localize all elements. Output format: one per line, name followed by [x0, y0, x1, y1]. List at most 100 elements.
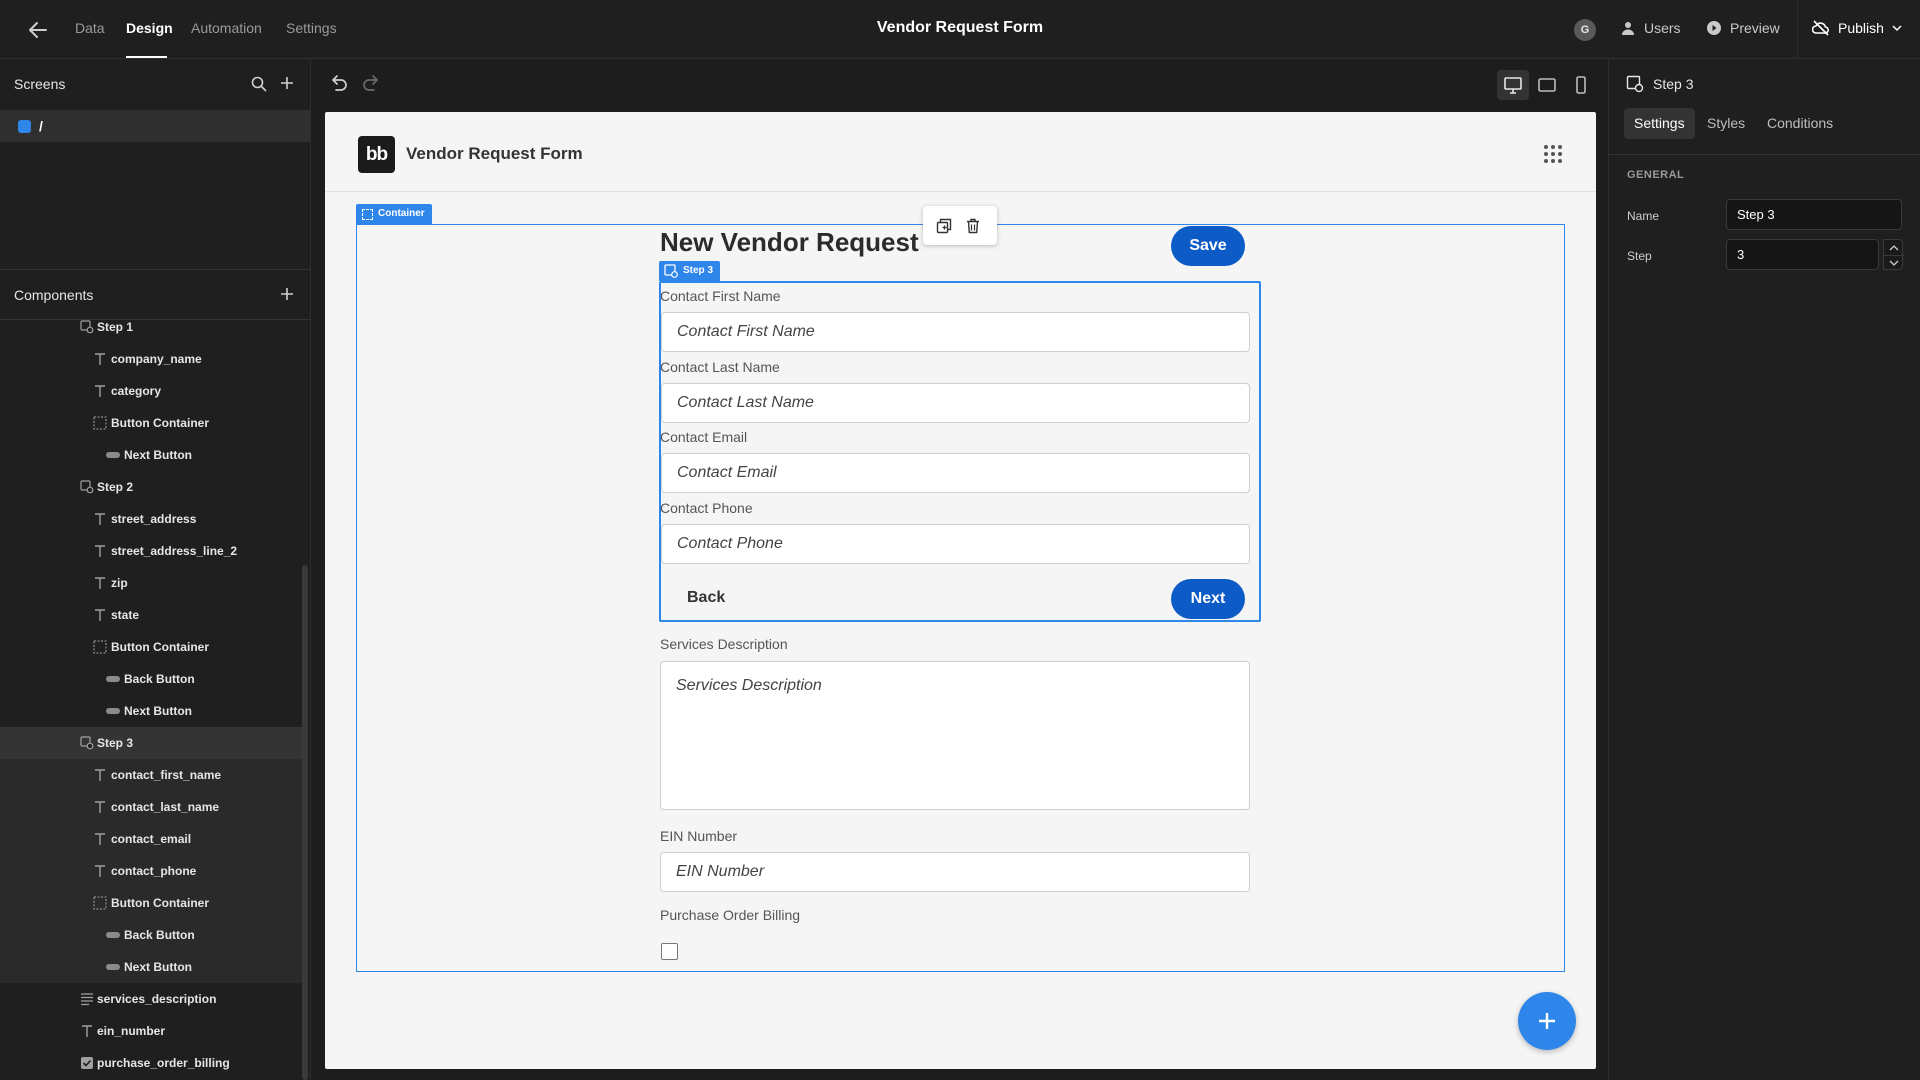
contact-last-name-label: Contact Last Name	[660, 359, 780, 375]
tree-item-label: services_description	[97, 992, 217, 1006]
container-tag[interactable]: Container	[356, 204, 432, 224]
tab-design[interactable]: Design	[126, 20, 173, 36]
users-button[interactable]: Users	[1620, 20, 1681, 36]
text-field-icon	[80, 1024, 94, 1038]
contact-first-name-input[interactable]: Contact First Name	[661, 312, 1250, 352]
tree-item[interactable]: Next Button	[0, 695, 302, 727]
back-arrow-icon[interactable]	[26, 18, 50, 42]
tree-item[interactable]: contact_first_name	[0, 759, 302, 791]
step-tag-label: Step 3	[683, 265, 714, 276]
chevron-down-icon	[1892, 25, 1902, 32]
tree-scrollbar[interactable]	[302, 565, 308, 1080]
left-sidebar: Screens / Components Step 1 company_name c…	[0, 59, 311, 1080]
avatar[interactable]: G	[1574, 19, 1596, 41]
contact-first-name-label: Contact First Name	[660, 288, 781, 304]
contact-last-name-input[interactable]: Contact Last Name	[661, 383, 1250, 423]
text-field-icon	[93, 768, 107, 782]
contact-phone-input[interactable]: Contact Phone	[661, 524, 1250, 564]
desktop-view-icon[interactable]	[1497, 70, 1529, 100]
tree-item[interactable]: Step 3	[0, 727, 302, 759]
step-number-input[interactable]: 3	[1726, 239, 1879, 270]
app-grid-menu-icon[interactable]	[1544, 145, 1562, 163]
contact-email-label: Contact Email	[660, 429, 748, 445]
trash-icon[interactable]	[966, 218, 980, 239]
text-field-icon	[93, 864, 107, 878]
tree-item-label: contact_first_name	[111, 768, 222, 782]
long-text-icon	[80, 992, 94, 1006]
selected-component-name: Step 3	[1653, 76, 1694, 92]
tab-settings[interactable]: Settings	[286, 20, 337, 36]
publish-button[interactable]: Publish	[1812, 20, 1902, 36]
tree-item[interactable]: purchase_order_billing	[0, 1047, 302, 1079]
tab-automation[interactable]: Automation	[191, 20, 262, 36]
tree-item-label: Button Container	[111, 896, 209, 910]
play-circle-icon	[1707, 21, 1721, 35]
tree-item[interactable]: Step 2	[0, 471, 302, 503]
tree-item[interactable]: Button Container	[0, 407, 302, 439]
container-icon	[93, 640, 107, 654]
tab-component-settings[interactable]: Settings	[1624, 108, 1695, 139]
purchase-order-billing-checkbox[interactable]	[661, 943, 678, 960]
search-icon[interactable]	[251, 76, 267, 97]
tree-item-label: Step 1	[97, 320, 134, 334]
name-field-input[interactable]: Step 3	[1726, 199, 1902, 230]
tree-item-label: Next Button	[124, 704, 192, 718]
step-icon	[80, 480, 94, 494]
next-button[interactable]: Next	[1171, 579, 1245, 619]
tree-item[interactable]: contact_email	[0, 823, 302, 855]
text-field-icon	[93, 576, 107, 590]
tree-item-label: Button Container	[111, 416, 209, 430]
mobile-view-icon[interactable]	[1565, 70, 1597, 100]
tab-component-conditions[interactable]: Conditions	[1757, 108, 1843, 139]
redo-icon[interactable]	[362, 74, 382, 97]
tree-item[interactable]: Button Container	[0, 887, 302, 919]
tree-item[interactable]: contact_phone	[0, 855, 302, 887]
tree-item[interactable]: street_address	[0, 503, 302, 535]
tree-item[interactable]: street_address_line_2	[0, 535, 302, 567]
tree-item[interactable]: state	[0, 599, 302, 631]
tree-item[interactable]: services_description	[0, 983, 302, 1015]
text-field-icon	[93, 800, 107, 814]
contact-email-input[interactable]: Contact Email	[661, 453, 1250, 493]
step-tag[interactable]: Step 3	[659, 261, 721, 281]
back-button[interactable]: Back	[687, 589, 725, 607]
undo-icon[interactable]	[328, 74, 348, 97]
tree-item-label: zip	[111, 576, 128, 590]
preview-label: Preview	[1730, 20, 1780, 36]
step-icon	[1626, 75, 1644, 98]
add-component-fab[interactable]	[1518, 992, 1576, 1050]
tree-item[interactable]: zip	[0, 567, 302, 599]
stepper-arrows-icon	[1884, 245, 1904, 266]
duplicate-icon[interactable]	[936, 218, 952, 239]
tree-item[interactable]: ein_number	[0, 1015, 302, 1047]
tree-item[interactable]: contact_last_name	[0, 791, 302, 823]
screen-item[interactable]: /	[0, 110, 310, 142]
preview-button[interactable]: Preview	[1706, 20, 1780, 36]
tree-item[interactable]: company_name	[0, 343, 302, 375]
add-screen-icon[interactable]	[279, 75, 295, 96]
save-button[interactable]: Save	[1171, 226, 1245, 266]
tree-item[interactable]: Back Button	[0, 663, 302, 695]
tablet-view-icon[interactable]	[1531, 70, 1563, 100]
services-description-textarea[interactable]: Services Description	[660, 661, 1250, 810]
contact-phone-label: Contact Phone	[660, 500, 753, 516]
form-title: New Vendor Request	[660, 227, 919, 257]
tab-component-styles[interactable]: Styles	[1697, 108, 1755, 139]
tree-item-label: Step 3	[97, 736, 134, 750]
tree-item[interactable]: Step 1	[0, 311, 302, 343]
tab-data[interactable]: Data	[75, 20, 105, 36]
tree-item[interactable]: Next Button	[0, 951, 302, 983]
container-icon	[93, 896, 107, 910]
publish-label: Publish	[1838, 20, 1884, 36]
tree-item[interactable]: category	[0, 375, 302, 407]
tree-item[interactable]: Button Container	[0, 631, 302, 663]
tree-item-label: street_address_line_2	[111, 544, 238, 558]
tree-item[interactable]: Back Button	[0, 919, 302, 951]
text-field-icon	[93, 832, 107, 846]
add-component-icon[interactable]	[279, 286, 295, 307]
step-stepper[interactable]	[1883, 239, 1904, 270]
ein-number-input[interactable]: EIN Number	[660, 852, 1250, 892]
users-label: Users	[1644, 20, 1681, 36]
tree-item[interactable]: Next Button	[0, 439, 302, 471]
text-field-icon	[93, 608, 107, 622]
